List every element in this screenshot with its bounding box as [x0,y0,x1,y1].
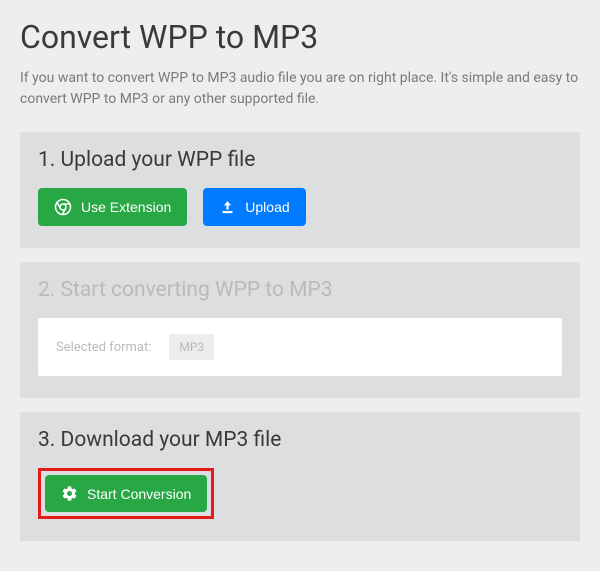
upload-label: Upload [245,199,289,215]
start-conversion-button[interactable]: Start Conversion [45,475,207,512]
upload-button[interactable]: Upload [203,188,305,226]
upload-icon [219,199,236,216]
step-upload-title: 1. Upload your WPP file [38,148,562,172]
highlight-box: Start Conversion [38,468,214,519]
upload-button-row: Use Extension Upload [38,188,562,226]
page-description: If you want to convert WPP to MP3 audio … [20,68,580,110]
gear-icon [61,485,78,502]
step-convert: 2. Start converting WPP to MP3 Selected … [20,262,580,398]
step-download: 3. Download your MP3 file Start Conversi… [20,412,580,541]
start-conversion-label: Start Conversion [87,486,191,502]
use-extension-label: Use Extension [81,199,171,215]
selected-format-value: MP3 [169,334,214,360]
chrome-icon [54,198,72,216]
step-download-title: 3. Download your MP3 file [38,428,562,452]
use-extension-button[interactable]: Use Extension [38,188,187,226]
step-upload: 1. Upload your WPP file Use Extension [20,132,580,248]
selected-format-label: Selected format: [56,340,151,355]
step-convert-title: 2. Start converting WPP to MP3 [38,278,562,302]
page-title: Convert WPP to MP3 [20,18,580,56]
format-box: Selected format: MP3 [38,318,562,376]
